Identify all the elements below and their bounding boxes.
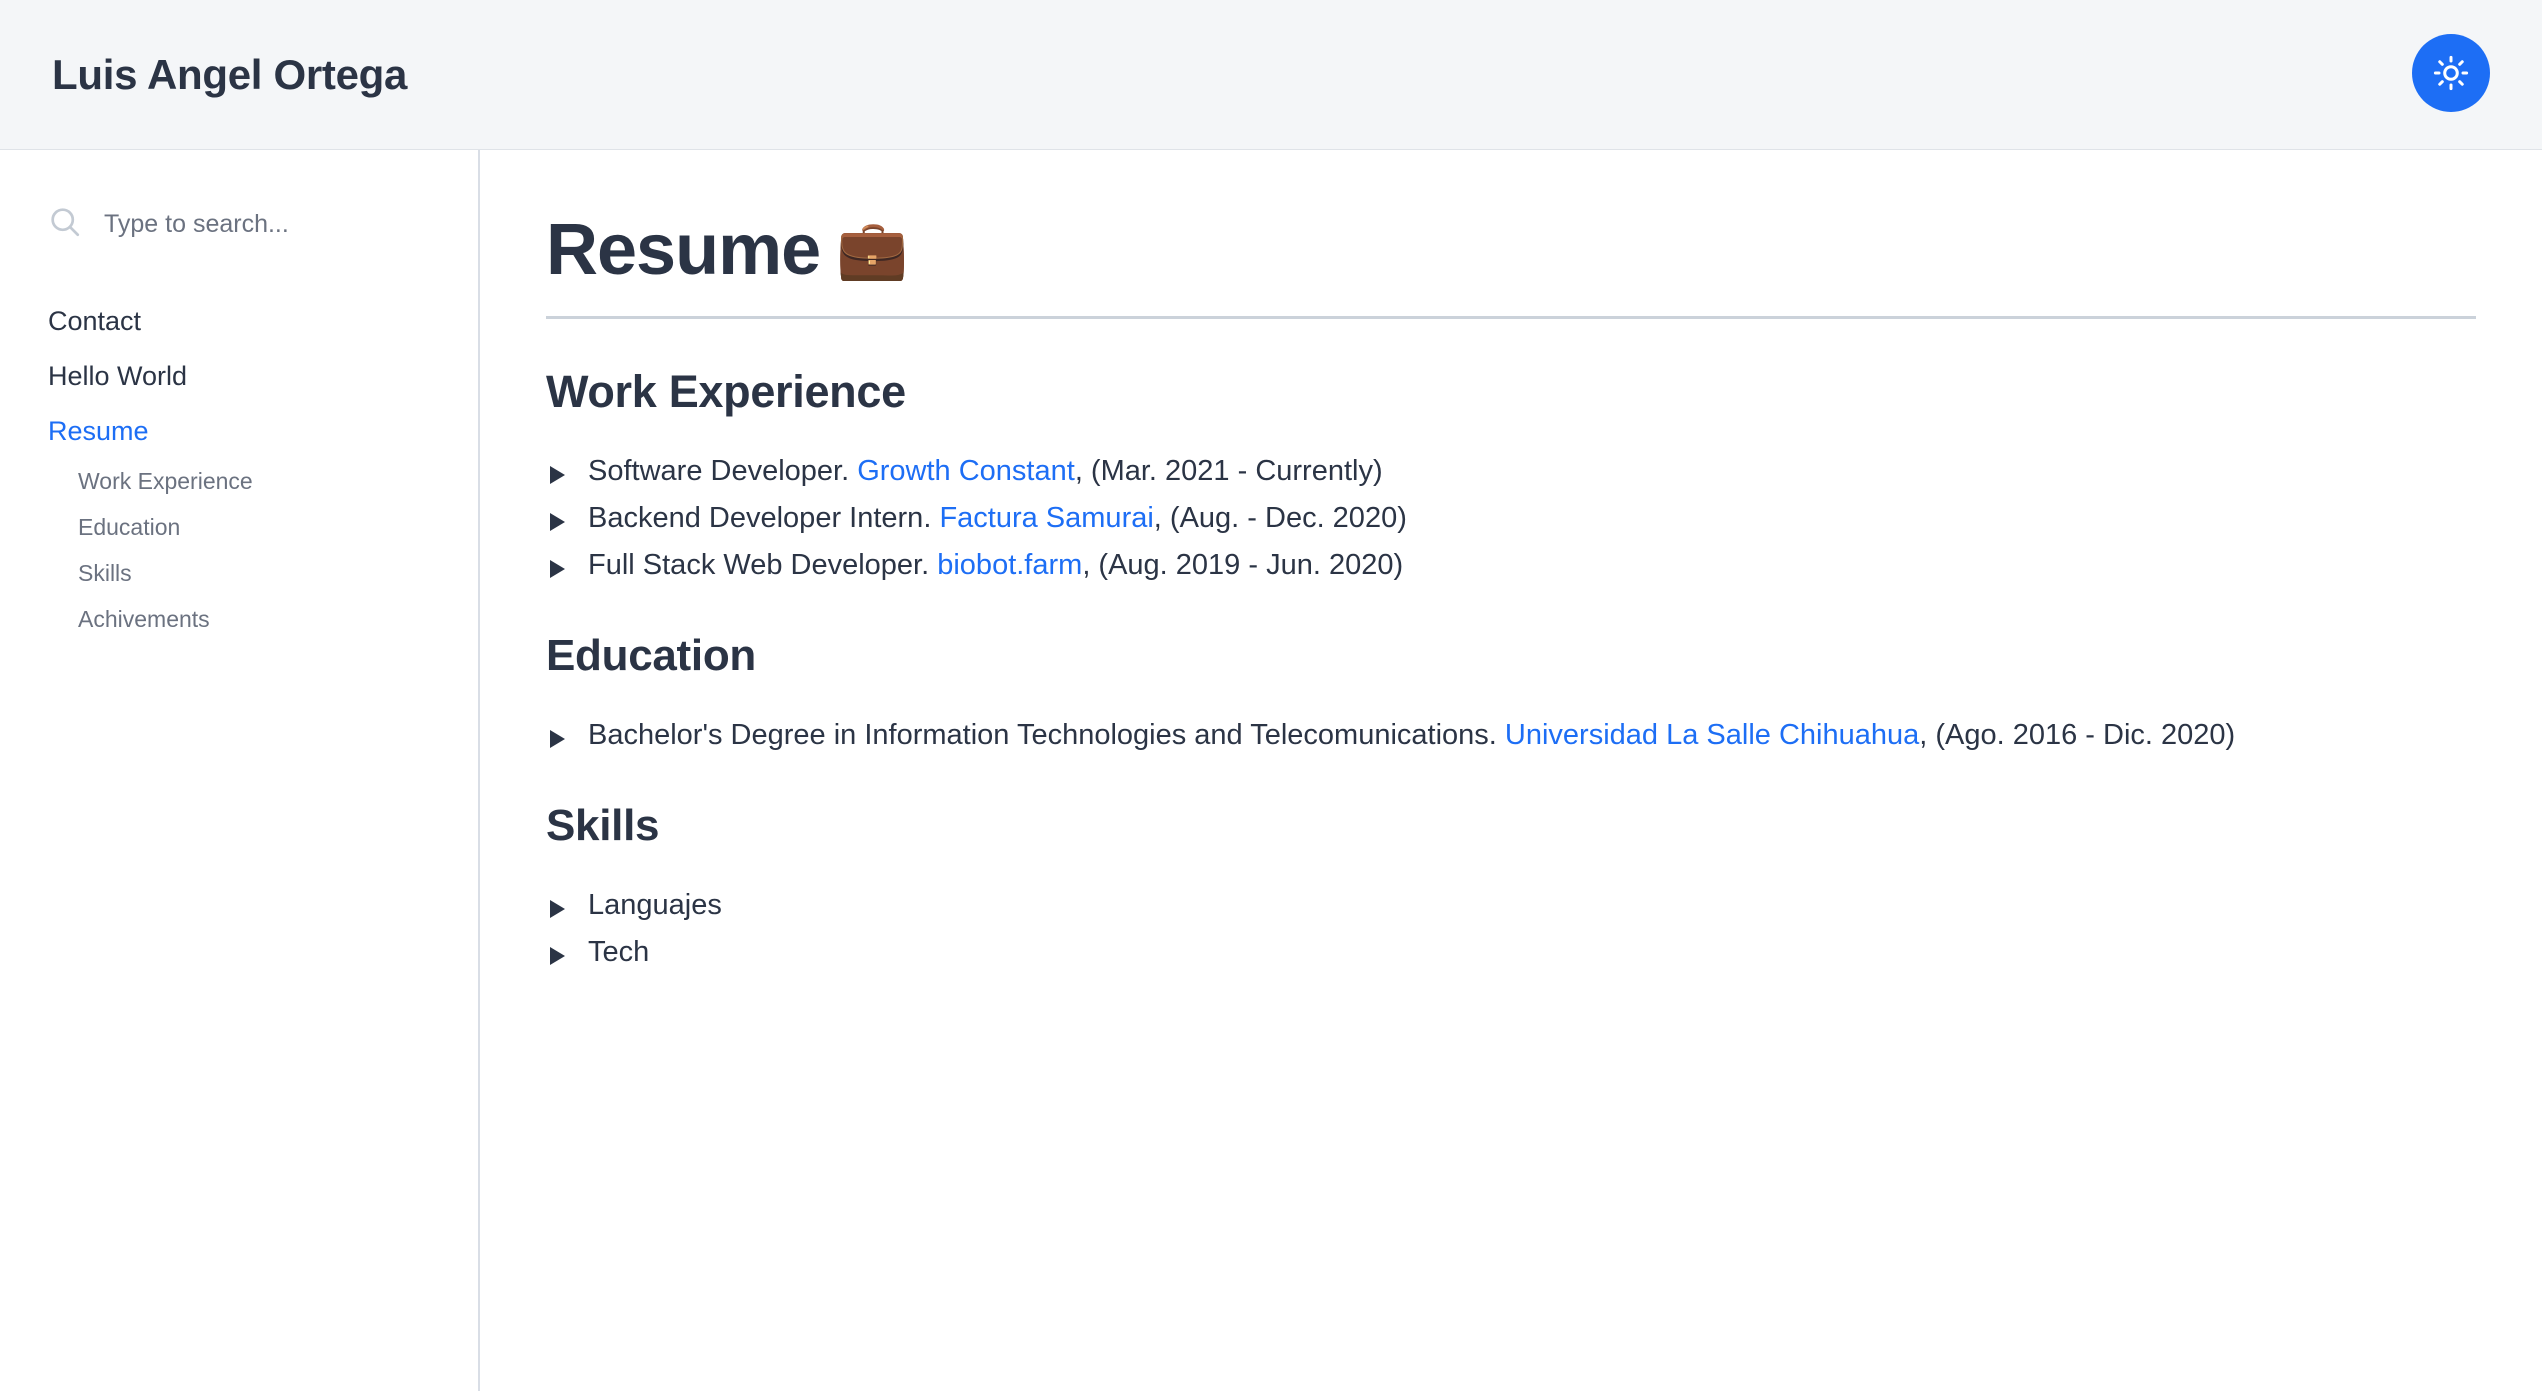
app-header: Luis Angel Ortega: [0, 0, 2542, 150]
item-link[interactable]: Universidad La Salle Chihuahua: [1505, 719, 1919, 751]
page-title: Resume 💼: [546, 210, 2502, 291]
site-title: Luis Angel Ortega: [52, 50, 408, 98]
item-suffix: , (Mar. 2021 - Currently): [1074, 454, 1383, 487]
item-prefix: Tech: [588, 935, 650, 968]
sidebar-item-hello-world[interactable]: Hello World: [0, 349, 478, 404]
sidebar-item-contact[interactable]: Contact: [0, 294, 478, 349]
sidebar-nav: Contact Hello World Resume Work Experien…: [0, 294, 478, 643]
item-suffix: , (Aug. 2019 - Jun. 2020): [1082, 548, 1404, 581]
search-input[interactable]: [104, 209, 430, 239]
list-item[interactable]: Languajes: [546, 887, 2476, 924]
list-item: Resume: [0, 404, 478, 459]
item-suffix: , (Aug. - Dec. 2020): [1153, 501, 1407, 534]
item-prefix: Backend Developer Intern.: [588, 501, 940, 534]
sidebar: Contact Hello World Resume Work Experien…: [0, 150, 480, 1391]
section-heading-skills: Skills: [546, 800, 660, 850]
sun-icon: [2433, 55, 2469, 91]
list-item: Achivements: [0, 597, 478, 643]
list-item: Hello World: [0, 349, 478, 404]
item-suffix: , (Ago. 2016 - Dic. 2020): [1919, 718, 2236, 751]
item-link[interactable]: biobot.farm: [937, 549, 1082, 581]
search-box[interactable]: [0, 198, 478, 250]
list-item[interactable]: Bachelor's Degree in Information Technol…: [546, 717, 2476, 754]
list-item[interactable]: Backend Developer Intern. Factura Samura…: [546, 500, 2476, 537]
sidebar-subitem-achivements[interactable]: Achivements: [0, 597, 478, 643]
item-prefix: Languajes: [588, 888, 722, 921]
page-body: Contact Hello World Resume Work Experien…: [0, 150, 2542, 1391]
sidebar-subitem-skills[interactable]: Skills: [0, 551, 478, 597]
sidebar-item-resume[interactable]: Resume: [0, 404, 478, 459]
main-content: Resume 💼 Work Experience Software Develo…: [480, 150, 2542, 1391]
page-title-text: Resume: [546, 210, 821, 290]
list-item: Contact: [0, 294, 478, 349]
skills-list: Languajes Tech: [546, 887, 2502, 971]
list-item: Skills: [0, 551, 478, 597]
section-heading-education: Education: [546, 630, 756, 680]
briefcase-emoji-icon: 💼: [836, 217, 908, 283]
work-experience-list: Software Developer. Growth Constant, (Ma…: [546, 453, 2502, 584]
list-item[interactable]: Software Developer. Growth Constant, (Ma…: [546, 453, 2476, 490]
title-divider: [546, 315, 2476, 319]
education-list: Bachelor's Degree in Information Technol…: [546, 717, 2502, 754]
theme-toggle-button[interactable]: [2412, 34, 2490, 112]
list-item: Education: [0, 505, 478, 551]
item-prefix: Software Developer.: [588, 454, 858, 487]
item-prefix: Bachelor's Degree in Information Technol…: [588, 718, 1505, 751]
item-link[interactable]: Factura Samurai: [939, 502, 1153, 534]
sidebar-subitem-work-experience[interactable]: Work Experience: [0, 459, 478, 505]
sidebar-subitem-education[interactable]: Education: [0, 505, 478, 551]
item-link[interactable]: Growth Constant: [857, 455, 1075, 487]
search-icon: [48, 205, 82, 244]
list-item: Work Experience: [0, 459, 478, 505]
sidebar-nav-list: Contact Hello World Resume Work Experien…: [0, 294, 478, 643]
item-prefix: Full Stack Web Developer.: [588, 548, 938, 581]
list-item[interactable]: Tech: [546, 934, 2476, 971]
section-heading-work-experience: Work Experience: [546, 365, 906, 417]
list-item[interactable]: Full Stack Web Developer. biobot.farm, (…: [546, 547, 2476, 584]
